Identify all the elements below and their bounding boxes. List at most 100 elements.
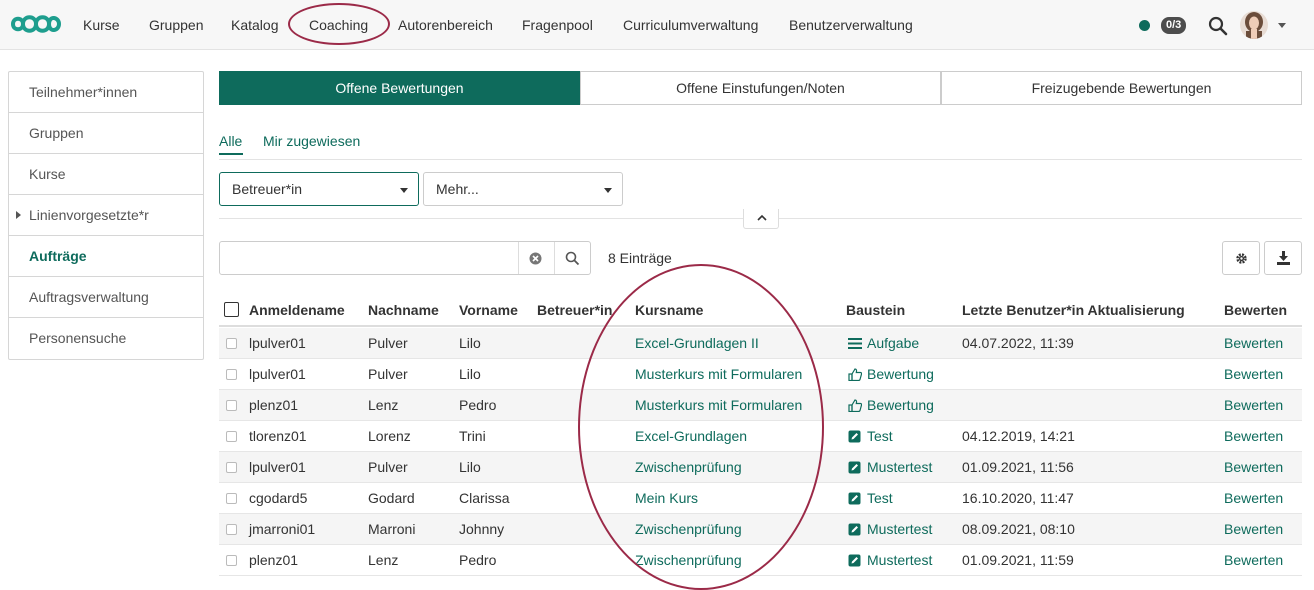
nav-autorenbereich[interactable]: Autorenbereich [398,0,493,50]
chevron-up-icon [757,214,767,221]
sidebar-item-auftraege[interactable]: Aufträge [9,236,203,277]
sidebar-item-auftragsverwaltung[interactable]: Auftragsverwaltung [9,277,203,318]
test-icon [848,430,862,443]
cell-vorname: Lilo [459,366,481,382]
clear-icon[interactable] [529,252,542,265]
nav-benutzerverwaltung[interactable]: Benutzerverwaltung [789,0,913,50]
session-count-badge[interactable]: 0/3 [1161,17,1187,34]
task-icon [848,337,862,350]
sidebar-item-gruppen[interactable]: Gruppen [9,113,203,154]
course-element-link[interactable]: Test [867,490,893,506]
table-row[interactable]: cgodard5 Godard Clarissa Mein Kurs Test 16.10… [219,483,1302,514]
cell-vorname: Pedro [459,397,497,413]
cell-vorname: Johnny [459,521,505,537]
subtab-alle[interactable]: Alle [219,133,242,149]
sidebar-item-personensuche[interactable]: Personensuche [9,318,203,359]
course-link[interactable]: Excel-Grundlagen II [635,335,759,351]
table-row[interactable]: plenz01 Lenz Pedro Musterkurs mit Formulare… [219,390,1302,421]
column-header-nachname[interactable]: Nachname [368,302,439,318]
table-row[interactable]: jmarroni01 Marroni Johnny Zwischenprüfung Mu… [219,514,1302,545]
course-link[interactable]: Mein Kurs [635,490,698,506]
row-checkbox[interactable] [226,493,237,504]
course-link[interactable]: Musterkurs mit Formularen [635,397,802,413]
chevron-right-icon[interactable] [16,211,21,219]
sidebar-item-teilnehmer[interactable]: Teilnehmer*innen [9,72,203,113]
bewerten-link[interactable]: Bewerten [1224,366,1283,382]
bewerten-link[interactable]: Bewerten [1224,521,1283,537]
betreuer-select[interactable]: Betreuer*in [219,172,419,206]
table-row[interactable]: lpulver01 Pulver Lilo Zwischenprüfung Muster… [219,452,1302,483]
table-row[interactable]: lpulver01 Pulver Lilo Excel-Grundlagen II Au… [219,328,1302,359]
row-checkbox[interactable] [226,369,237,380]
cell-anmeldename: lpulver01 [249,366,306,382]
column-header-bewerten[interactable]: Bewerten [1224,302,1287,318]
bewerten-link[interactable]: Bewerten [1224,552,1283,568]
openolat-logo-icon[interactable] [10,12,62,36]
avatar[interactable] [1240,11,1268,39]
sidebar-item-kurse[interactable]: Kurse [9,154,203,195]
thumbs-up-icon [848,399,863,413]
table-settings-button[interactable] [1222,241,1260,275]
column-header-aktualisierung[interactable]: Letzte Benutzer*in Aktualisierung [962,302,1185,318]
online-status-icon[interactable] [1139,20,1150,31]
course-element-link[interactable]: Bewertung [867,366,934,382]
course-element-link[interactable]: Mustertest [867,521,932,537]
row-checkbox[interactable] [226,431,237,442]
nav-gruppen[interactable]: Gruppen [149,0,203,50]
course-link[interactable]: Musterkurs mit Formularen [635,366,802,382]
bewerten-link[interactable]: Bewerten [1224,490,1283,506]
bewerten-link[interactable]: Bewerten [1224,335,1283,351]
cell-last-update: 01.09.2021, 11:59 [962,552,1074,568]
course-element-link[interactable]: Mustertest [867,459,932,475]
tab-offene-einstufungen[interactable]: Offene Einstufungen/Noten [580,71,941,105]
search-icon[interactable] [565,251,580,266]
search-field[interactable] [219,241,591,275]
nav-katalog[interactable]: Katalog [231,0,278,50]
nav-kurse[interactable]: Kurse [83,0,120,50]
course-link[interactable]: Zwischenprüfung [635,552,742,568]
table-row[interactable]: plenz01 Lenz Pedro Zwischenprüfung Mustertes… [219,545,1302,576]
course-element-link[interactable]: Test [867,428,893,444]
column-header-anmeldename[interactable]: Anmeldename [249,302,345,318]
course-element-link[interactable]: Mustertest [867,552,932,568]
bewerten-link[interactable]: Bewerten [1224,397,1283,413]
column-header-betreuer[interactable]: Betreuer*in [537,302,612,318]
table-row[interactable]: lpulver01 Pulver Lilo Musterkurs mit Formul… [219,359,1302,390]
column-header-baustein[interactable]: Baustein [846,302,905,318]
row-checkbox[interactable] [226,338,237,349]
divider [554,242,555,274]
bewerten-link[interactable]: Bewerten [1224,428,1283,444]
row-checkbox[interactable] [226,462,237,473]
mehr-select[interactable]: Mehr... [423,172,623,206]
row-checkbox[interactable] [226,524,237,535]
cell-anmeldename: tlorenz01 [249,428,307,444]
bewerten-link[interactable]: Bewerten [1224,459,1283,475]
select-all-checkbox[interactable] [224,302,239,317]
course-link[interactable]: Zwischenprüfung [635,521,742,537]
mehr-select-value: Mehr... [436,181,479,197]
course-link[interactable]: Zwischenprüfung [635,459,742,475]
tab-offene-bewertungen[interactable]: Offene Bewertungen [219,71,580,105]
cell-last-update: 16.10.2020, 11:47 [962,490,1074,506]
search-icon[interactable] [1208,16,1228,36]
course-element-link[interactable]: Bewertung [867,397,934,413]
subtab-mir-zugewiesen[interactable]: Mir zugewiesen [263,133,360,149]
cell-anmeldename: lpulver01 [249,335,306,351]
nav-fragenpool[interactable]: Fragenpool [522,0,593,50]
column-header-kursname[interactable]: Kursname [635,302,703,318]
search-input[interactable] [224,246,514,270]
collapse-filters-button[interactable] [743,209,779,229]
nav-curriculumverwaltung[interactable]: Curriculumverwaltung [623,0,758,50]
row-checkbox[interactable] [226,400,237,411]
course-element-link[interactable]: Aufgabe [867,335,919,351]
divider [219,159,1302,160]
course-link[interactable]: Excel-Grundlagen [635,428,747,444]
download-button[interactable] [1264,241,1302,275]
row-checkbox[interactable] [226,555,237,566]
cell-anmeldename: plenz01 [249,552,299,568]
chevron-down-icon[interactable] [1278,23,1286,28]
sidebar-item-linienvorgesetzte[interactable]: Linienvorgesetzte*r [9,195,203,236]
table-row[interactable]: tlorenz01 Lorenz Trini Excel-Grundlagen Test… [219,421,1302,452]
tab-freizugebende-bewertungen[interactable]: Freizugebende Bewertungen [941,71,1302,105]
column-header-vorname[interactable]: Vorname [459,302,518,318]
